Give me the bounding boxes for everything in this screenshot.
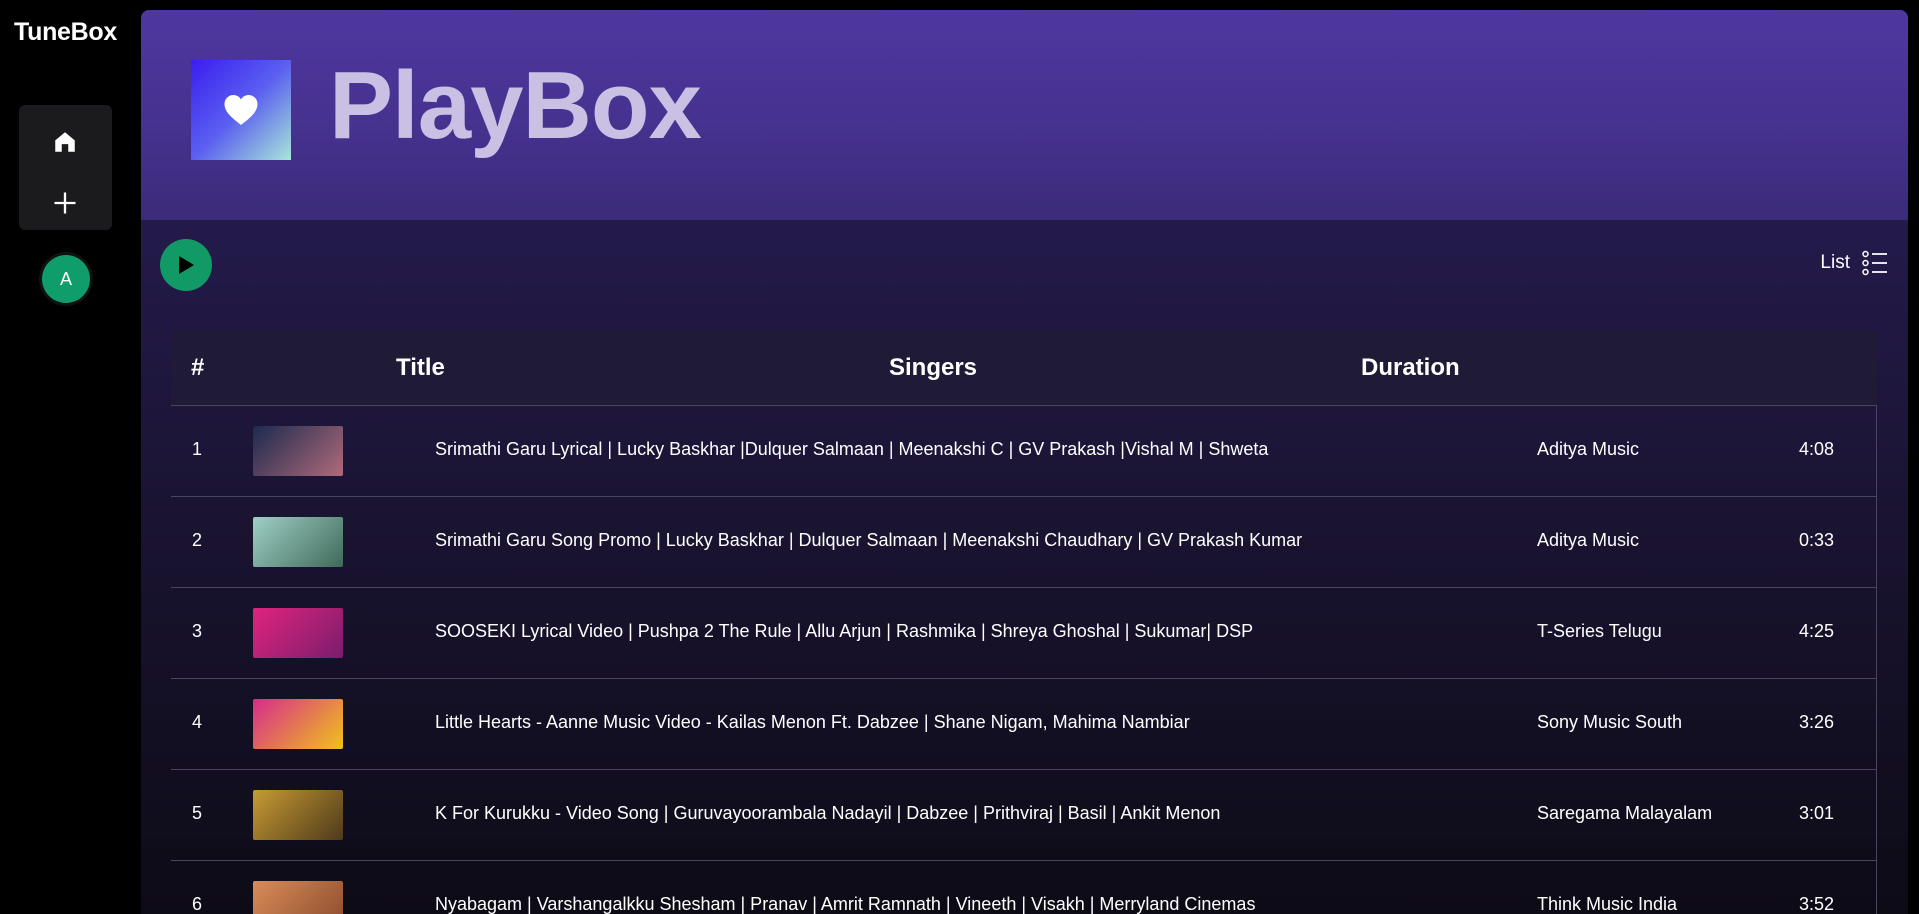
song-duration: 0:33 [1799,530,1835,550]
song-thumbnail [253,426,343,476]
play-button[interactable] [160,239,212,291]
row-index: 4 [192,712,203,732]
song-thumbnail [253,790,343,840]
playlist-panel: PlayBox List # Title Singers Duration 1 … [141,10,1908,914]
song-title: Little Hearts - Aanne Music Video - Kail… [435,712,1190,732]
brand-logo: TuneBox [14,18,117,46]
song-duration: 4:25 [1799,621,1835,641]
view-toggle[interactable]: List [1820,250,1888,276]
table-row[interactable]: 3 SOOSEKI Lyrical Video | Pushpa 2 The R… [171,588,1877,679]
table-header: # Title Singers Duration [171,330,1877,406]
row-index: 2 [192,530,203,550]
plus-icon [54,192,76,214]
song-artist: Saregama Malayalam [1537,803,1713,823]
home-button[interactable] [45,122,85,162]
song-thumbnail [253,881,343,914]
table-row[interactable]: 6 Nyabagam | Varshangalkku Shesham | Pra… [171,861,1877,914]
song-duration: 4:08 [1799,439,1835,459]
avatar-initial: A [42,255,90,303]
playlist-cover [191,60,291,160]
header-duration: Duration [1361,354,1460,381]
sidebar: TuneBox A [0,0,131,914]
song-title: Srimathi Garu Lyrical | Lucky Baskhar |D… [435,439,1269,459]
app-root: TuneBox A PlayBox List # Title Singers D… [0,0,1919,914]
header-title: Title [396,354,445,381]
row-index: 3 [192,621,203,641]
song-artist: Think Music India [1537,894,1678,914]
playlist-header: PlayBox [141,10,1908,220]
song-duration: 3:52 [1799,894,1835,914]
song-artist: Aditya Music [1537,439,1640,459]
play-icon [179,256,194,274]
song-duration: 3:01 [1799,803,1835,823]
song-artist: T-Series Telugu [1537,621,1662,641]
header-number: # [191,354,205,381]
row-index: 5 [192,803,203,823]
sidebar-nav [19,105,112,230]
row-index: 6 [192,894,203,914]
list-view-icon [1862,250,1887,276]
song-thumbnail [253,699,343,749]
table-row[interactable]: 4 Little Hearts - Aanne Music Video - Ka… [171,679,1877,770]
header-singers: Singers [889,354,978,381]
song-title: Srimathi Garu Song Promo | Lucky Baskhar… [435,530,1303,550]
songs-table: # Title Singers Duration 1 Srimathi Garu… [171,330,1877,914]
row-index: 1 [192,439,203,459]
table-row[interactable]: 5 K For Kurukku - Video Song | Guruvayoo… [171,770,1877,861]
table-row[interactable]: 2 Srimathi Garu Song Promo | Lucky Baskh… [171,497,1877,588]
table-row[interactable]: 1 Srimathi Garu Lyrical | Lucky Baskhar … [171,406,1877,497]
song-duration: 3:26 [1799,712,1835,732]
playlist-title: PlayBox [329,52,702,159]
user-avatar[interactable]: A [39,252,93,306]
song-artist: Sony Music South [1537,712,1683,732]
song-title: K For Kurukku - Video Song | Guruvayoora… [435,803,1221,823]
add-playlist-button[interactable] [45,183,85,223]
view-label: List [1820,252,1850,273]
song-title: Nyabagam | Varshangalkku Shesham | Prana… [435,894,1256,914]
heart-icon [224,95,258,125]
song-thumbnail [253,608,343,658]
song-title: SOOSEKI Lyrical Video | Pushpa 2 The Rul… [435,621,1254,641]
song-artist: Aditya Music [1537,530,1640,550]
home-icon [55,132,75,152]
song-thumbnail [253,517,343,567]
